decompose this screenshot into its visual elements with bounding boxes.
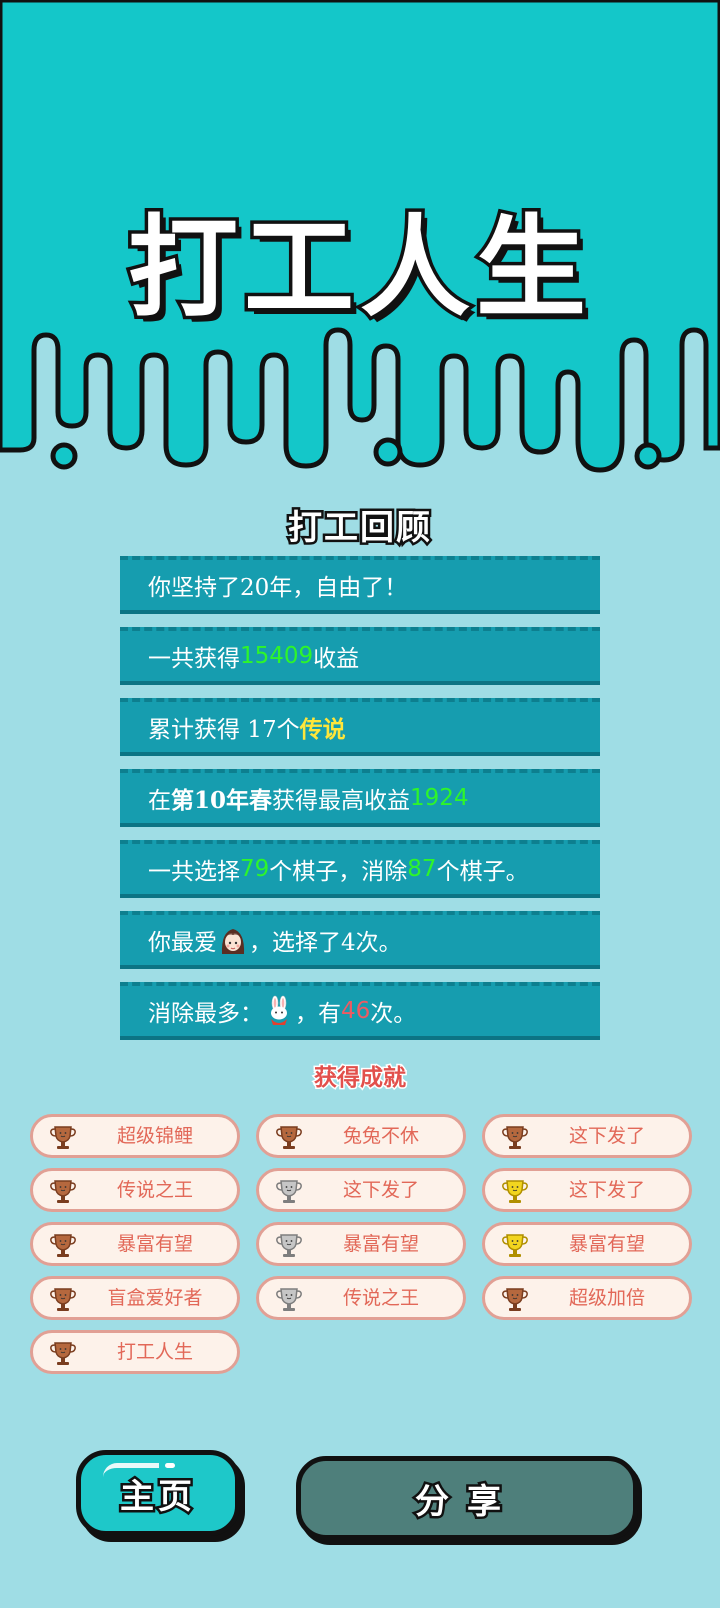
achievement-badge: 超级加倍 xyxy=(482,1276,692,1320)
review-row-most-eliminated: 消除最多： ，有 46 次。 xyxy=(120,982,600,1040)
best-income-value: 1924 xyxy=(410,785,469,811)
review-text: 一共选择 xyxy=(148,859,240,885)
best-season: 第10年春 xyxy=(171,787,273,814)
achievement-label: 兔兔不休 xyxy=(342,1125,419,1147)
achievement-badge: 传说之王 xyxy=(30,1168,240,1212)
achievement-badge: 传说之王 xyxy=(256,1276,466,1320)
achievement-badge: 这下发了 xyxy=(256,1168,466,1212)
review-text: 你最爱 xyxy=(148,930,217,956)
eliminated-times: 46 xyxy=(341,998,371,1024)
achievement-badge: 超级锦鲤 xyxy=(30,1114,240,1158)
review-text: 消除最多： xyxy=(148,1001,263,1027)
achievement-label: 这下发了 xyxy=(568,1125,645,1147)
review-text: ，有 xyxy=(295,1001,341,1027)
drip-drop xyxy=(373,437,403,467)
review-row-years: 你坚持了20年，自由了！ xyxy=(120,556,600,614)
achievement-label: 打工人生 xyxy=(116,1341,193,1363)
review-text: 个棋子。 xyxy=(436,859,529,885)
achievement-label: 暴富有望 xyxy=(568,1233,645,1255)
achievement-badge: 暴富有望 xyxy=(30,1222,240,1266)
achievement-badge: 这下发了 xyxy=(482,1168,692,1212)
achievement-label: 盲盒爱好者 xyxy=(107,1287,203,1309)
achievement-badge: 兔兔不休 xyxy=(256,1114,466,1158)
review-text: 获得最高收益 xyxy=(272,788,411,814)
achievement-label: 暴富有望 xyxy=(342,1233,419,1255)
share-button[interactable]: 分享 xyxy=(296,1456,638,1540)
girl-avatar-icon xyxy=(221,929,245,954)
review-text: 个棋子，消除 xyxy=(269,859,408,885)
rabbit-icon xyxy=(271,995,287,1025)
review-text: 在 xyxy=(148,788,171,814)
review-text: 你坚持了20年，自由了！ xyxy=(148,575,408,601)
achievement-label: 传说之王 xyxy=(342,1287,419,1309)
achievement-label: 传说之王 xyxy=(116,1179,193,1201)
drip-drop xyxy=(50,442,78,470)
achievement-badge: 这下发了 xyxy=(482,1114,692,1158)
achievement-label: 超级加倍 xyxy=(568,1287,645,1309)
achievement-label: 超级锦鲤 xyxy=(116,1125,193,1147)
review-text: 收益 xyxy=(313,646,360,672)
selected-count: 79 xyxy=(240,856,270,882)
legend-label: 传说 xyxy=(299,716,346,743)
achievement-badge: 暴富有望 xyxy=(256,1222,466,1266)
achievement-badge: 盲盒爱好者 xyxy=(30,1276,240,1320)
home-button[interactable]: 主页 xyxy=(76,1450,240,1536)
review-row-favorite: 你最爱 ，选择了4次。 xyxy=(120,911,600,969)
achievement-label: 暴富有望 xyxy=(116,1233,193,1255)
review-title: 打工回顾 xyxy=(286,506,433,551)
review-text: 一共获得 xyxy=(148,646,240,672)
review-row-best-season: 在 第10年春 获得最高收益 1924 xyxy=(120,769,600,827)
achievement-badge: 打工人生 xyxy=(30,1330,240,1374)
review-text: ，选择了4次。 xyxy=(249,930,402,956)
review-row-total-income: 一共获得 15409 收益 xyxy=(120,627,600,685)
review-text: 累计获得 17个 xyxy=(148,717,300,743)
achievement-label: 这下发了 xyxy=(568,1179,645,1201)
achievements-title: 获得成就 xyxy=(313,1063,408,1093)
review-row-pieces: 一共选择 79 个棋子，消除 87 个棋子。 xyxy=(120,840,600,898)
achievement-badge: 暴富有望 xyxy=(482,1222,692,1266)
drip-drop xyxy=(634,442,662,470)
achievement-label: 这下发了 xyxy=(342,1179,419,1201)
app-title: 打工人生 xyxy=(125,201,592,336)
review-text: 次。 xyxy=(370,1001,417,1027)
home-button-label: 主页 xyxy=(118,1474,196,1519)
eliminated-count: 87 xyxy=(407,856,437,882)
income-value: 15409 xyxy=(240,643,314,669)
review-row-legend-count: 累计获得 17个 传说 xyxy=(120,698,600,756)
share-button-label: 分享 xyxy=(413,1479,519,1524)
